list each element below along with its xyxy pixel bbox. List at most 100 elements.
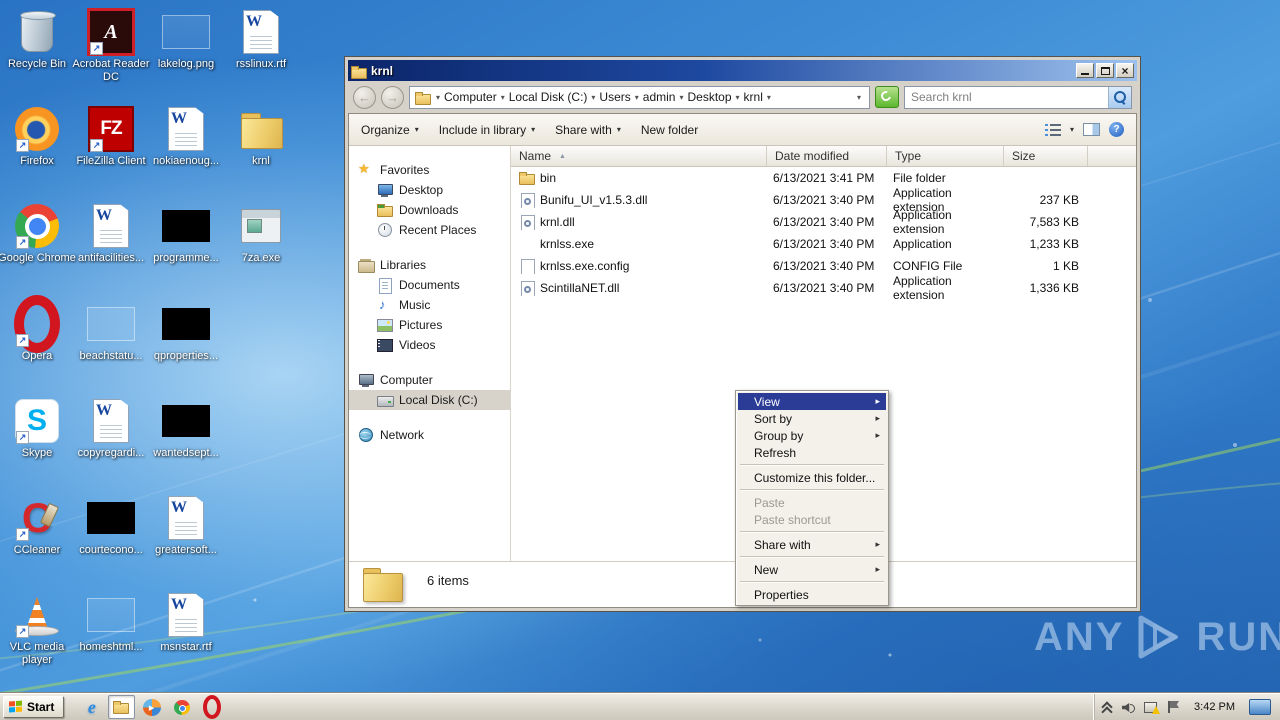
sidebar-item-videos[interactable]: Videos: [349, 335, 510, 355]
sidebar-item-network[interactable]: Network: [349, 425, 510, 445]
context-menu-item-new[interactable]: New ▸: [738, 561, 886, 578]
context-menu-item-paste[interactable]: Paste ▸: [738, 494, 886, 511]
desktop-icon-acrobat-reader-dc[interactable]: ↗ Acrobat Reader DC: [71, 8, 151, 84]
context-menu-item-group-by[interactable]: Group by ▸: [738, 427, 886, 444]
address-history-dropdown-icon[interactable]: ▾: [857, 93, 864, 102]
desktop-icon-skype[interactable]: ↗ Skype: [0, 397, 77, 460]
quicklaunch-windows-explorer[interactable]: [108, 695, 136, 719]
desktop-icon-rsslinux-rtf[interactable]: ↗ rsslinux.rtf: [221, 8, 301, 71]
context-menu-item-customize-this-folder[interactable]: Customize this folder... ▸: [738, 469, 886, 486]
desktop-icon-copyregardi[interactable]: ↗ copyregardi...: [71, 397, 151, 460]
desktop-icon-antifacilities[interactable]: ↗ antifacilities...: [71, 202, 151, 265]
column-header-type[interactable]: Type ▲: [887, 146, 1004, 166]
sidebar-item-downloads[interactable]: Downloads: [349, 200, 510, 220]
close-button[interactable]: ×: [1116, 63, 1134, 78]
column-header-size[interactable]: Size ▲: [1004, 146, 1088, 166]
breadcrumb-users[interactable]: ▾ Users: [589, 90, 632, 104]
desktop-icon-msnstar-rtf[interactable]: ↗ msnstar.rtf: [146, 591, 226, 654]
tray-hidden-icons-chevron-icon[interactable]: [1100, 700, 1114, 714]
menu-separator: [740, 531, 884, 533]
column-header-name[interactable]: Name ▲: [511, 146, 767, 166]
include-in-library-button[interactable]: Include in library ▾: [439, 123, 535, 137]
sidebar-item-favorites[interactable]: Favorites: [349, 160, 510, 180]
forward-button[interactable]: →: [381, 85, 404, 109]
change-view-icon[interactable]: [1044, 123, 1061, 136]
sidebar-item-libraries[interactable]: Libraries: [349, 255, 510, 275]
breadcrumb-krnl[interactable]: ▾ krnl: [734, 90, 765, 104]
file-row-scintillanet-dll[interactable]: ScintillaNET.dll 6/13/2021 3:40 PM Appli…: [511, 274, 1136, 302]
desktop-icon-recycle-bin[interactable]: ↗ Recycle Bin: [0, 8, 77, 71]
preview-pane-icon[interactable]: [1083, 123, 1100, 136]
desktop-icon-beachstatu[interactable]: ↗ beachstatu...: [71, 300, 151, 363]
desktop-icon-firefox[interactable]: ↗ Firefox: [0, 105, 77, 168]
maximize-button[interactable]: [1096, 63, 1114, 78]
chevron-icon[interactable]: ▾: [767, 93, 771, 102]
context-menu-item-share-with[interactable]: Share with ▸: [738, 536, 886, 553]
sidebar-item-desktop[interactable]: Desktop: [349, 180, 510, 200]
new-folder-button[interactable]: New folder: [641, 123, 698, 137]
quicklaunch-internet-explorer[interactable]: [78, 695, 105, 719]
file-row-krnlss-exe[interactable]: krnlss.exe 6/13/2021 3:40 PM Application…: [511, 233, 1136, 255]
desktop-icon-filezilla-client[interactable]: ↗ FileZilla Client: [71, 105, 151, 168]
windows-explorer-icon: [113, 700, 130, 714]
desktop-icon-vlc-media-player[interactable]: ↗ VLC media player: [0, 591, 77, 667]
context-menu-item-refresh[interactable]: Refresh ▸: [738, 444, 886, 461]
breadcrumb[interactable]: ▾ Computer ▾ Local Disk (C:) ▾ Users ▾ admin ▾ De…: [409, 85, 870, 109]
desktop-icon-wantedsept[interactable]: ↗ wantedsept...: [146, 397, 226, 460]
tray-network-warning-icon[interactable]: [1144, 700, 1161, 714]
sidebar-item-computer[interactable]: Computer: [349, 370, 510, 390]
quicklaunch-media-player[interactable]: [138, 695, 165, 719]
sidebar-item-local-disk-c[interactable]: Local Disk (C:): [349, 390, 510, 410]
file-row-krnlss-exe-config[interactable]: krnlss.exe.config 6/13/2021 3:40 PM CONF…: [511, 255, 1136, 277]
quicklaunch-chrome[interactable]: [168, 695, 195, 719]
help-icon[interactable]: ?: [1109, 122, 1124, 137]
clock[interactable]: 3:42 PM: [1194, 701, 1235, 713]
desktop-icon-qproperties[interactable]: ↗ qproperties...: [146, 300, 226, 363]
desktop-icon-7za-exe[interactable]: ↗ 7za.exe: [221, 202, 301, 265]
desktop-icon-homeshtml[interactable]: ↗ homeshtml...: [71, 591, 151, 654]
tray-action-center-flag-icon[interactable]: [1166, 700, 1180, 714]
desktop-icon-google-chrome[interactable]: ↗ Google Chrome: [0, 202, 77, 265]
context-menu-item-properties[interactable]: Properties ▸: [738, 586, 886, 603]
desktop-icon-krnl[interactable]: ↗ krnl: [221, 105, 301, 168]
desktop-icon-ccleaner[interactable]: ↗ CCleaner: [0, 494, 77, 557]
column-header-date-modified[interactable]: Date modified ▲: [767, 146, 887, 166]
start-button[interactable]: Start: [3, 696, 65, 718]
show-desktop-button[interactable]: [1249, 699, 1271, 715]
sidebar-item-documents[interactable]: Documents: [349, 275, 510, 295]
minimize-button[interactable]: [1076, 63, 1094, 78]
back-button[interactable]: ←: [353, 85, 376, 109]
breadcrumb-computer[interactable]: ▾ Computer: [434, 90, 499, 104]
window-titlebar[interactable]: krnl ×: [348, 60, 1137, 81]
tray-volume-icon[interactable]: [1122, 700, 1136, 714]
chevron-down-icon[interactable]: ▾: [1070, 125, 1074, 134]
quicklaunch-opera[interactable]: [198, 695, 225, 719]
desktop-icon-nokiaenoug[interactable]: ↗ nokiaenoug...: [146, 105, 226, 168]
desktop-icon-programme[interactable]: ↗ programme...: [146, 202, 226, 265]
sidebar-item-music[interactable]: Music: [349, 295, 510, 315]
sidebar-item-recent-places[interactable]: Recent Places: [349, 220, 510, 240]
column-header[interactable]: ▲: [1088, 146, 1136, 166]
file-row-bunifu-ui-v1-5-3-dll[interactable]: Bunifu_UI_v1.5.3.dll 6/13/2021 3:40 PM A…: [511, 186, 1136, 214]
file-row-bin[interactable]: bin 6/13/2021 3:41 PM File folder: [511, 167, 1136, 189]
context-menu-item-sort-by[interactable]: Sort by ▸: [738, 410, 886, 427]
context-menu-item-paste-shortcut[interactable]: Paste shortcut ▸: [738, 511, 886, 528]
search-button[interactable]: [1108, 86, 1131, 108]
share-with-button[interactable]: Share with ▾: [555, 123, 621, 137]
refresh-button[interactable]: [875, 86, 899, 108]
desktop-icon-opera[interactable]: ↗ Opera: [0, 300, 77, 363]
breadcrumb-local-disk-c[interactable]: ▾ Local Disk (C:): [499, 90, 590, 104]
organize-button[interactable]: Organize ▾: [361, 123, 419, 137]
desktop-icon-lakelog-png[interactable]: ↗ lakelog.png: [146, 8, 226, 71]
desktop-icon-courtecono[interactable]: ↗ courtecono...: [71, 494, 151, 557]
breadcrumb-admin[interactable]: ▾ admin: [633, 90, 678, 104]
search-input[interactable]: Search krnl: [904, 85, 1132, 109]
context-menu-item-view[interactable]: View ▸: [738, 393, 886, 410]
desktop-icon-label: CCleaner: [13, 544, 61, 556]
desktop-icon-greatersoft[interactable]: ↗ greatersoft...: [146, 494, 226, 557]
chevron-icon: ▾: [591, 92, 596, 102]
sidebar-item-pictures[interactable]: Pictures: [349, 315, 510, 335]
breadcrumb-desktop[interactable]: ▾ Desktop: [677, 90, 733, 104]
file-row-krnl-dll[interactable]: krnl.dll 6/13/2021 3:40 PM Application e…: [511, 208, 1136, 236]
